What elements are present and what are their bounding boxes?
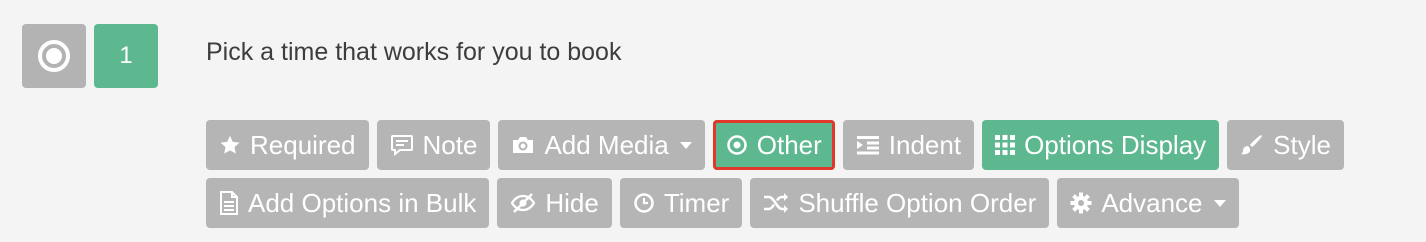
- star-icon: [219, 134, 241, 156]
- other-option-button-label: Other: [756, 129, 822, 160]
- gear-icon: [1070, 192, 1092, 214]
- style-button-label: Style: [1273, 129, 1331, 160]
- eye-slash-icon: [510, 192, 536, 214]
- required-button-label: Required: [250, 129, 356, 160]
- dot-circle-icon: [726, 134, 748, 156]
- indent-button-label: Indent: [888, 129, 962, 160]
- style-button[interactable]: Style: [1227, 120, 1344, 170]
- question-title[interactable]: Pick a time that works for you to book: [206, 38, 621, 67]
- advance-button-label: Advance: [1101, 187, 1203, 218]
- note-button[interactable]: Note: [376, 120, 491, 170]
- question-toolbar-row-1: Required Note Add Media Other Indent Opt…: [206, 120, 1344, 170]
- caret-down-icon: [679, 141, 692, 149]
- timer-button-label: Timer: [663, 187, 730, 218]
- question-number[interactable]: 1: [94, 24, 158, 88]
- comment-icon: [390, 134, 414, 156]
- clock-icon: [633, 192, 655, 214]
- hide-button[interactable]: Hide: [497, 178, 612, 228]
- advance-button[interactable]: Advance: [1057, 178, 1239, 228]
- camera-icon: [511, 134, 535, 156]
- radio-button-icon[interactable]: [22, 24, 86, 88]
- grid-icon: [995, 135, 1016, 155]
- add-options-in-bulk-button[interactable]: Add Options in Bulk: [206, 178, 490, 228]
- indent-icon: [856, 135, 880, 155]
- shuffle-option-order-button[interactable]: Shuffle Option Order: [750, 178, 1050, 228]
- other-option-button[interactable]: Other: [712, 120, 835, 170]
- shuffle-option-order-button-label: Shuffle Option Order: [798, 187, 1037, 218]
- shuffle-icon: [763, 192, 789, 214]
- note-button-label: Note: [422, 129, 478, 160]
- hide-button-label: Hide: [545, 187, 599, 218]
- add-media-button-label: Add Media: [544, 129, 669, 160]
- add-media-button[interactable]: Add Media: [498, 120, 705, 170]
- paint-brush-icon: [1240, 133, 1264, 157]
- options-display-button[interactable]: Options Display: [982, 120, 1220, 170]
- question-toolbar-row-2: Add Options in Bulk Hide Timer Shuffle O…: [206, 178, 1239, 228]
- indent-button[interactable]: Indent: [842, 120, 975, 170]
- required-button[interactable]: Required: [206, 120, 369, 170]
- caret-down-icon: [1213, 199, 1226, 207]
- document-icon: [219, 191, 239, 215]
- options-display-button-label: Options Display: [1024, 129, 1207, 160]
- add-options-in-bulk-button-label: Add Options in Bulk: [248, 187, 477, 218]
- timer-button[interactable]: Timer: [619, 178, 743, 228]
